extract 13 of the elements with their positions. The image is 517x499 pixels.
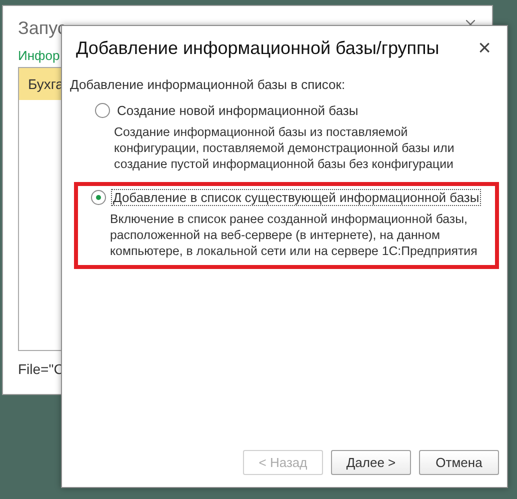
dialog-button[interactable]: Отмена	[419, 450, 499, 475]
path-text: File="C	[18, 361, 64, 377]
prompt-text: Добавление информационной базы в список:	[70, 77, 346, 92]
option-label[interactable]: Добавление в список существующей информационной базы	[112, 190, 480, 205]
close-button[interactable]: ×	[474, 37, 495, 59]
option-description: Включение в список ранее созданной информационной базы, расположенной на веб-сервере (в интернете), на данном компьютере, в локальной сети или на сервере 1С:Предприятия	[110, 211, 478, 259]
radio-button[interactable]	[95, 103, 110, 118]
option-description: Создание информационной базы из поставляемой конфигурации, поставляемой демонстрационной базы или создание пустой информационной базы без конфигурации	[114, 124, 456, 172]
dialog-button[interactable]: Далее >	[331, 450, 411, 475]
list-label: Инфор	[18, 48, 60, 63]
option-label[interactable]: Создание новой информационной базы	[116, 103, 360, 118]
dialog-title: Добавление информационной базы/группы	[76, 38, 440, 58]
radio-button[interactable]	[91, 190, 106, 205]
